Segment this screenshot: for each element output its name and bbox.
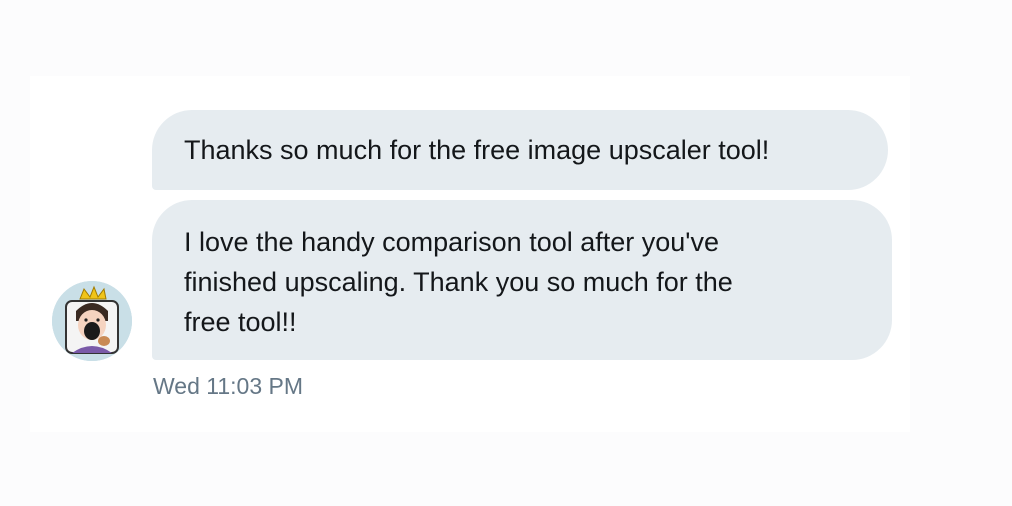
message-text: Thanks so much for the free image upscal… [184, 135, 770, 165]
avatar[interactable] [52, 281, 132, 361]
message-timestamp: Wed 11:03 PM [153, 373, 304, 399]
avatar-cartoon-icon [52, 281, 132, 361]
message-text-line: free tool!! [184, 307, 297, 337]
message-bubble[interactable]: I love the handy comparison tool after y… [152, 200, 892, 360]
message-text-line: I love the handy comparison tool after y… [184, 227, 719, 257]
message-text-line: finished upscaling. Thank you so much fo… [184, 267, 733, 297]
message-bubble[interactable]: Thanks so much for the free image upscal… [152, 110, 888, 190]
